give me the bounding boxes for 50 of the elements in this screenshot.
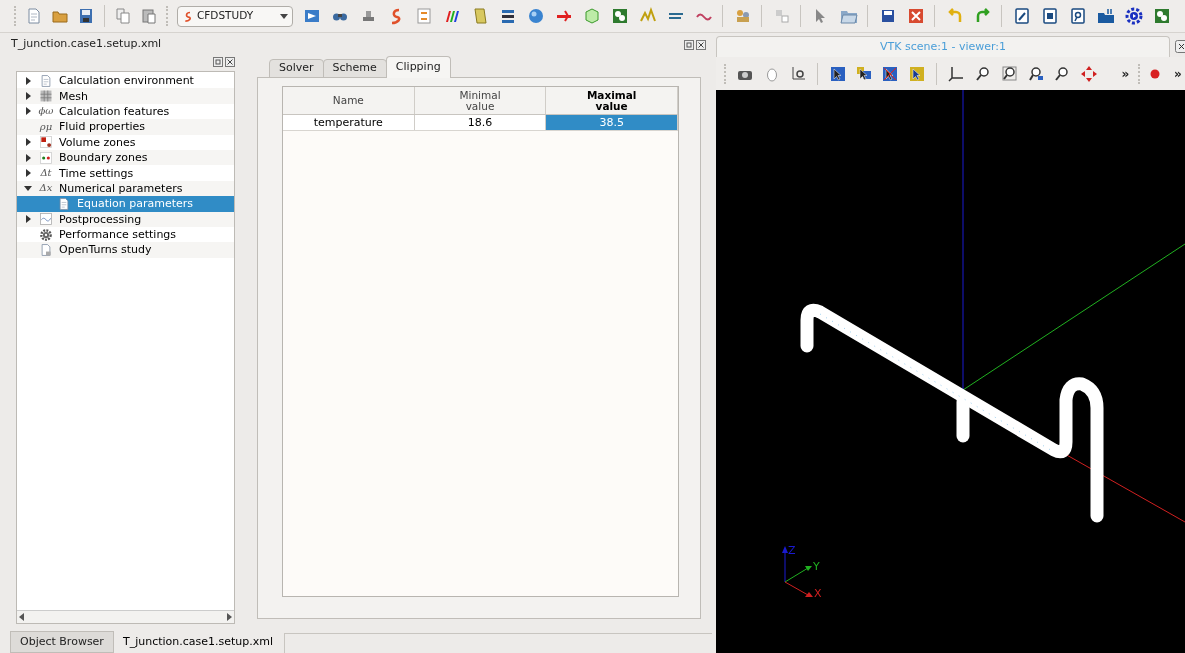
table-cell[interactable]: temperature — [283, 115, 415, 130]
swirl-icon — [182, 9, 194, 23]
gear-icon — [39, 227, 53, 242]
symbol-icon: Δx — [38, 183, 54, 194]
axes-triad-drawing — [782, 546, 813, 597]
expander-arrow-icon[interactable] — [23, 75, 33, 86]
expander-arrow-icon[interactable] — [23, 91, 33, 102]
expander-arrow-icon[interactable] — [23, 106, 33, 117]
record-icon[interactable] — [1148, 67, 1161, 80]
tree-item[interactable]: ρμ Fluid properties — [17, 119, 234, 135]
document-icon — [39, 73, 53, 88]
tab[interactable]: Clipping — [385, 56, 451, 78]
symbol-icon: Δt — [38, 168, 54, 179]
dock-buttons-icon[interactable] — [213, 56, 235, 67]
tree-item[interactable]: Equation parameters — [17, 196, 234, 212]
symbol-icon: ρμ — [38, 121, 54, 132]
axis-label: Y — [813, 560, 820, 573]
zones-icon — [39, 135, 53, 150]
tab[interactable]: Solver — [269, 59, 324, 78]
column-header[interactable]: Name — [283, 87, 415, 114]
axis-label: X — [814, 587, 822, 600]
column-header[interactable]: Minimal value — [414, 87, 547, 114]
overflow-button[interactable]: » — [1170, 64, 1185, 83]
dock-title: T_junction.case1.setup.xml — [11, 36, 162, 53]
module-combo-box[interactable]: CFDSTUDY — [177, 5, 293, 27]
column-header[interactable]: Maximal value — [546, 87, 678, 114]
document-icon — [39, 243, 53, 257]
table-cell[interactable]: 38.5 — [546, 115, 678, 130]
axis-label: Z — [788, 544, 796, 557]
chart-icon — [39, 212, 53, 227]
symbol-icon: ϕω — [38, 106, 54, 117]
dropdown-arrow-icon — [280, 13, 288, 19]
expander-arrow-icon[interactable] — [23, 152, 33, 163]
table-cell[interactable]: 18.6 — [414, 115, 547, 130]
expander-arrow-icon[interactable] — [23, 168, 33, 179]
tree-item[interactable]: Mesh — [17, 88, 234, 104]
tab[interactable]: Object Browser — [10, 631, 114, 653]
3d-viewport[interactable]: Z Y X — [716, 90, 1185, 653]
expander-arrow-icon[interactable] — [23, 214, 33, 225]
dots-icon — [39, 150, 53, 165]
overflow-button[interactable]: » — [1118, 64, 1132, 83]
tree-item[interactable]: OpenTurns study — [17, 242, 234, 258]
horizontal-scrollbar[interactable] — [17, 610, 234, 623]
scroll-right-icon[interactable] — [224, 612, 234, 622]
expander-arrow-icon[interactable] — [23, 137, 33, 148]
scroll-left-icon[interactable] — [17, 612, 27, 622]
dock-buttons-icon[interactable] — [684, 39, 706, 50]
document-icon — [57, 196, 71, 211]
grid-icon — [39, 89, 53, 104]
close-icon[interactable] — [1175, 40, 1185, 53]
